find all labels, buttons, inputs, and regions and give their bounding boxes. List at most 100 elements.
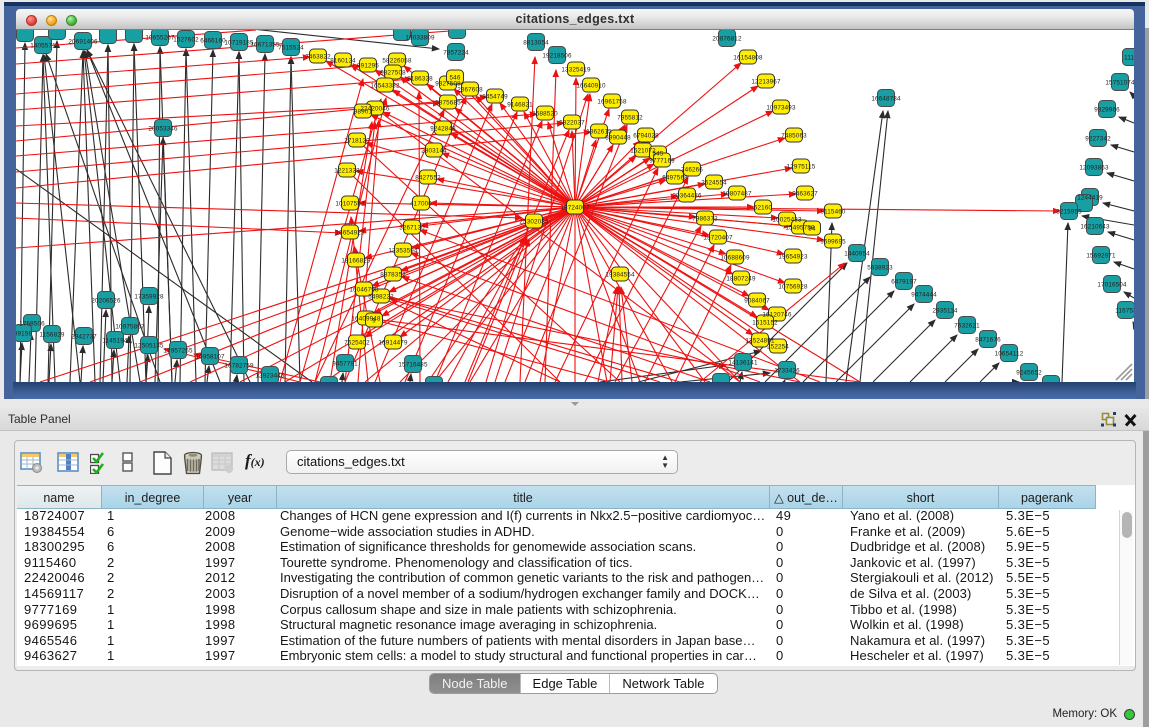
svg-text:10654112: 10654112 — [995, 350, 1024, 357]
svg-text:7515524: 7515524 — [278, 44, 304, 51]
svg-text:39159: 39159 — [16, 330, 32, 337]
svg-text:1527602: 1527602 — [173, 36, 199, 43]
svg-text:8990448: 8990448 — [605, 134, 631, 141]
svg-text:17957255: 17957255 — [163, 347, 193, 354]
svg-text:16961758: 16961758 — [597, 98, 627, 105]
svg-text:17359928: 17359928 — [134, 293, 164, 300]
svg-text:16648784: 16648784 — [871, 95, 901, 102]
svg-text:8186328: 8186328 — [407, 75, 433, 82]
svg-text:16640910: 16640910 — [576, 82, 606, 89]
svg-text:25302035: 25302035 — [519, 218, 549, 225]
svg-text:98901: 98901 — [354, 108, 373, 115]
svg-text:3624554: 3624554 — [701, 179, 727, 186]
svg-text:545: 545 — [653, 150, 664, 157]
svg-text:20206526: 20206526 — [91, 297, 121, 304]
svg-text:116753: 116753 — [1115, 307, 1134, 314]
svg-text:94: 94 — [808, 225, 816, 232]
svg-text:1768506: 1768506 — [19, 320, 45, 327]
svg-text:9463627: 9463627 — [792, 190, 818, 197]
svg-text:15751074: 15751074 — [1105, 79, 1134, 86]
svg-text:62160: 62160 — [754, 204, 773, 211]
svg-text:6497568: 6497568 — [662, 174, 688, 181]
svg-text:10807487: 10807487 — [722, 190, 752, 197]
svg-text:7955812: 7955812 — [617, 114, 643, 121]
svg-text:16210643: 16210643 — [1080, 223, 1110, 230]
svg-text:7463822: 7463822 — [305, 53, 331, 60]
svg-text:19166829: 19166829 — [341, 257, 371, 264]
svg-text:10655267: 10655267 — [145, 34, 175, 41]
svg-text:10107552: 10107552 — [335, 200, 365, 207]
svg-text:746266: 746266 — [681, 166, 703, 173]
svg-text:16543382: 16543382 — [370, 82, 400, 89]
svg-text:2367608: 2367608 — [457, 86, 483, 93]
svg-text:6466160: 6466160 — [200, 37, 226, 44]
svg-text:20691406: 20691406 — [68, 38, 98, 45]
svg-text:9245652: 9245652 — [1016, 369, 1042, 376]
svg-text:20053346: 20053346 — [148, 125, 178, 132]
svg-text:1145194: 1145194 — [102, 337, 127, 344]
svg-text:10973493: 10973493 — [766, 104, 796, 111]
svg-text:6479197: 6479197 — [891, 278, 917, 285]
svg-text:9699695: 9699695 — [820, 238, 846, 245]
svg-text:16154808: 16154808 — [733, 54, 763, 61]
svg-text:1405571: 1405571 — [30, 42, 56, 49]
svg-text:20364436: 20364436 — [672, 192, 702, 199]
svg-text:1440954: 1440954 — [844, 250, 870, 257]
svg-text:12353594: 12353594 — [388, 247, 418, 254]
svg-text:7632621: 7632621 — [954, 322, 980, 329]
svg-text:8813054: 8813054 — [523, 39, 549, 46]
svg-text:19384554: 19384554 — [605, 271, 635, 278]
svg-text:18807249: 18807249 — [726, 275, 756, 282]
svg-text:16120746: 16120746 — [762, 311, 792, 318]
svg-text:16046798: 16046798 — [349, 286, 379, 293]
svg-text:10958107: 10958107 — [195, 353, 225, 360]
svg-text:2942737: 2942737 — [71, 333, 97, 340]
svg-text:9115460: 9115460 — [820, 208, 845, 215]
svg-text:9227342: 9227342 — [1085, 135, 1111, 142]
svg-text:16671355: 16671355 — [250, 41, 280, 48]
svg-text:12975115: 12975115 — [787, 163, 816, 170]
svg-text:16654923: 16654923 — [335, 229, 365, 236]
svg-text:9329966: 9329966 — [1094, 106, 1120, 113]
svg-text:18724007: 18724007 — [560, 204, 590, 211]
svg-text:9474444: 9474444 — [911, 291, 937, 298]
svg-text:1244419: 1244419 — [1077, 194, 1103, 201]
svg-text:12505135: 12505135 — [134, 342, 164, 349]
svg-text:3215955: 3215955 — [1056, 208, 1082, 215]
svg-text:12923446: 12923446 — [255, 372, 285, 379]
svg-text:9777169: 9777169 — [649, 157, 675, 164]
svg-text:19218506: 19218506 — [542, 52, 572, 59]
svg-text:12213967: 12213967 — [751, 78, 781, 85]
svg-text:7857224: 7857224 — [443, 49, 469, 56]
svg-text:6794028: 6794028 — [633, 132, 659, 139]
svg-text:1733426: 1733426 — [774, 367, 800, 374]
svg-text:13325419: 13325419 — [561, 66, 591, 73]
svg-text:8471676: 8471676 — [975, 336, 1001, 343]
svg-text:1117: 1117 — [1124, 54, 1134, 61]
svg-text:14136141: 14136141 — [728, 359, 758, 366]
svg-text:7625402: 7625402 — [344, 339, 370, 346]
svg-text:5938923: 5938923 — [867, 264, 893, 271]
svg-text:7485063: 7485063 — [781, 132, 807, 139]
svg-text:1221338: 1221338 — [334, 167, 360, 174]
svg-text:17016504: 17016504 — [1097, 281, 1127, 288]
svg-text:19654923: 19654923 — [778, 253, 808, 260]
svg-text:9084067: 9084067 — [744, 297, 770, 304]
svg-text:9827508: 9827508 — [380, 69, 406, 76]
svg-text:1156829: 1156829 — [39, 331, 64, 338]
svg-text:5822037: 5822037 — [559, 119, 585, 126]
svg-text:252254: 252254 — [767, 343, 789, 350]
svg-text:20876812: 20876812 — [712, 35, 742, 42]
svg-text:12093863: 12093863 — [1079, 164, 1109, 171]
svg-text:16409948: 16409948 — [351, 315, 381, 322]
svg-text:8878352: 8878352 — [380, 271, 406, 278]
svg-text:7986372: 7986372 — [692, 215, 718, 222]
svg-text:15720407: 15720407 — [703, 234, 733, 241]
svg-text:16033809: 16033809 — [405, 34, 435, 41]
svg-text:2718120: 2718120 — [344, 137, 370, 144]
svg-text:8427552: 8427552 — [415, 174, 441, 181]
svg-text:9: 9 — [372, 317, 376, 324]
svg-text:9146821: 9146821 — [507, 101, 533, 108]
svg-text:9457791: 9457791 — [332, 360, 358, 367]
svg-text:8160124: 8160124 — [330, 57, 356, 64]
